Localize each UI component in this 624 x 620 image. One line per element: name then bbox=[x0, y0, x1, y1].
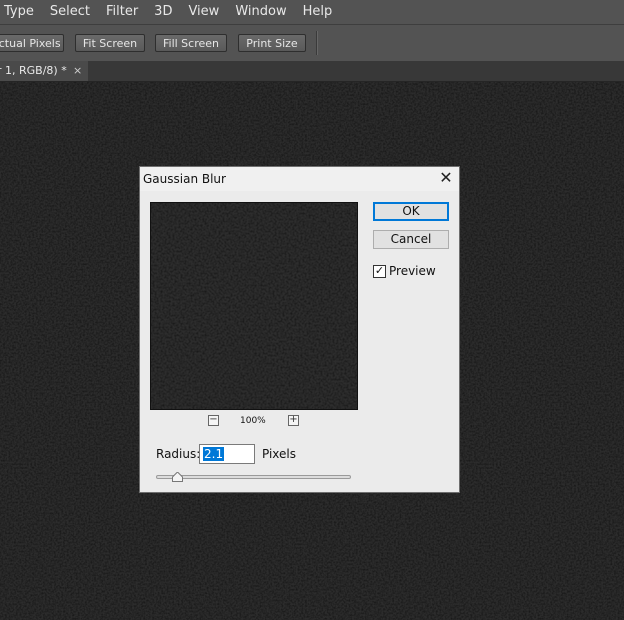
menu-3d[interactable]: 3D bbox=[146, 0, 180, 24]
zoom-level: 100% bbox=[240, 416, 266, 426]
radius-slider-track[interactable] bbox=[156, 475, 351, 479]
zoom-in-button[interactable]: + bbox=[288, 415, 299, 426]
preview-checkbox[interactable]: ✓ bbox=[373, 265, 386, 278]
menu-type[interactable]: Type bbox=[0, 0, 42, 24]
menu-bar: Type Select Filter 3D View Window Help bbox=[0, 0, 624, 24]
preview-label: Preview bbox=[389, 264, 436, 278]
fill-screen-button[interactable]: Fill Screen bbox=[155, 34, 227, 52]
cancel-button[interactable]: Cancel bbox=[373, 230, 449, 249]
options-bar: Actual Pixels Fit Screen Fill Screen Pri… bbox=[0, 24, 624, 62]
print-size-button[interactable]: Print Size bbox=[238, 34, 306, 52]
preview-pane[interactable] bbox=[150, 202, 358, 410]
radius-slider-thumb[interactable] bbox=[172, 472, 184, 482]
fit-screen-button[interactable]: Fit Screen bbox=[75, 34, 145, 52]
menu-view[interactable]: View bbox=[180, 0, 227, 24]
document-tab[interactable]: r 1, RGB/8) * × bbox=[0, 61, 88, 81]
menu-filter[interactable]: Filter bbox=[98, 0, 146, 24]
radius-input[interactable]: 2.1 bbox=[199, 444, 255, 464]
menu-window[interactable]: Window bbox=[227, 0, 294, 24]
zoom-out-button[interactable]: − bbox=[208, 415, 219, 426]
ok-button[interactable]: OK bbox=[373, 202, 449, 221]
close-tab-icon[interactable]: × bbox=[73, 61, 82, 81]
menu-help[interactable]: Help bbox=[295, 0, 341, 24]
close-icon[interactable]: ✕ bbox=[438, 169, 454, 187]
radius-value: 2.1 bbox=[203, 447, 225, 461]
radius-unit-label: Pixels bbox=[262, 447, 297, 461]
dialog-title: Gaussian Blur bbox=[143, 172, 226, 186]
actual-pixels-button[interactable]: Actual Pixels bbox=[0, 34, 64, 52]
gaussian-blur-dialog: Gaussian Blur ✕ − 100% + OK Cancel ✓ Pre… bbox=[139, 166, 460, 493]
document-tab-bar: r 1, RGB/8) * × bbox=[0, 61, 624, 82]
document-tab-title: r 1, RGB/8) * bbox=[0, 64, 67, 77]
menu-select[interactable]: Select bbox=[42, 0, 98, 24]
radius-label: Radius: bbox=[156, 447, 201, 461]
preview-noise-image bbox=[151, 203, 357, 409]
options-separator bbox=[316, 31, 318, 55]
